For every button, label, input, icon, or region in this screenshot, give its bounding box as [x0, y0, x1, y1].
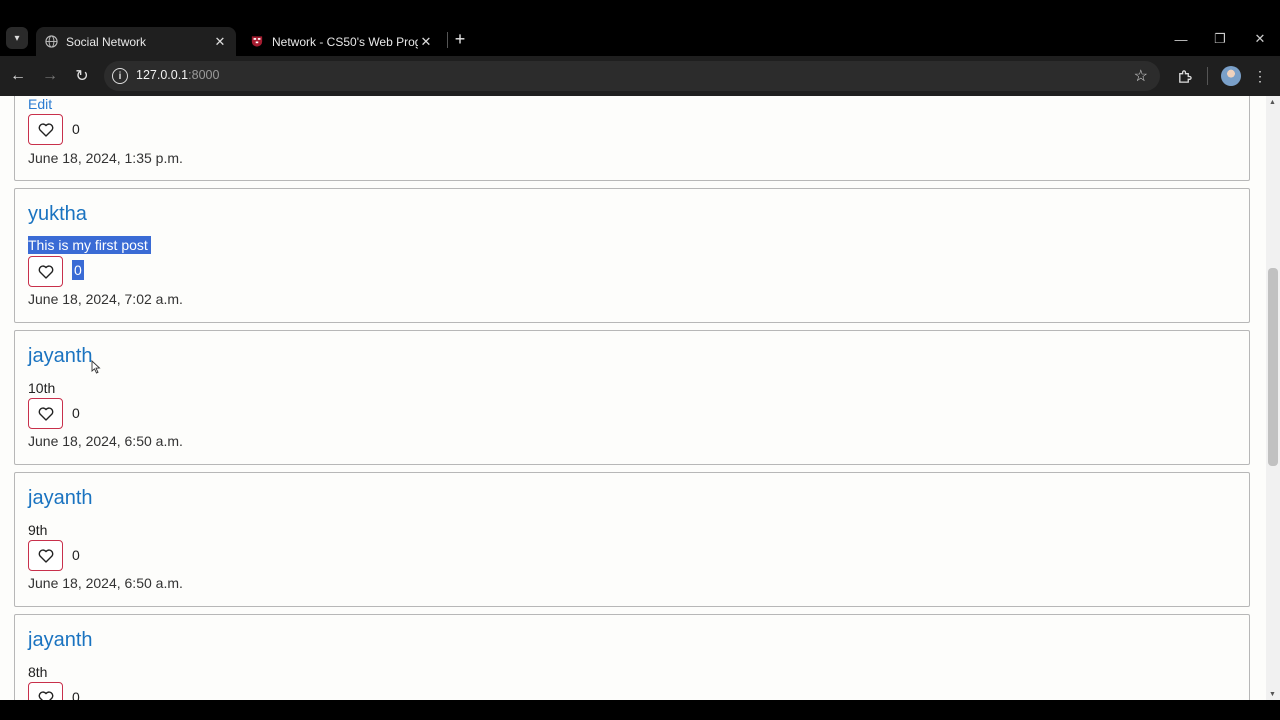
tab-social-network[interactable]: Social Network ✕	[36, 27, 236, 56]
back-icon[interactable]: ←	[8, 66, 28, 86]
browser-toolbar: ← → ↻ i 127.0.0.1:8000 ☆ ⋮	[0, 56, 1280, 96]
heart-icon	[38, 264, 53, 279]
post-username[interactable]: jayanth	[28, 345, 93, 368]
bottom-bar	[0, 700, 1280, 720]
scrollbar-thumb[interactable]	[1268, 268, 1278, 466]
post-card: jayanth 9th 0 June 18, 2024, 6:50 a.m.	[14, 472, 1250, 607]
post-timestamp: June 18, 2024, 6:50 a.m.	[28, 433, 183, 449]
page-content: Edit 0 June 18, 2024, 1:35 p.m. yuktha T…	[0, 96, 1266, 700]
reload-icon[interactable]: ↻	[72, 66, 92, 86]
bookmark-star-icon[interactable]: ☆	[1134, 66, 1148, 86]
tab-divider	[447, 32, 448, 48]
heart-icon	[38, 122, 53, 137]
scroll-up-icon[interactable]: ▲	[1269, 99, 1276, 106]
post-card: Edit 0 June 18, 2024, 1:35 p.m.	[14, 96, 1250, 181]
post-card: jayanth 10th 0 June 18, 2024, 6:50 a.m.	[14, 330, 1250, 465]
heart-icon	[38, 406, 53, 421]
like-button[interactable]	[28, 114, 63, 145]
tab-title: Network - CS50's Web Program	[272, 34, 418, 49]
site-info-icon[interactable]: i	[112, 68, 128, 84]
new-tab-icon[interactable]: +	[451, 29, 469, 49]
post-timestamp: June 18, 2024, 6:50 a.m.	[28, 575, 183, 591]
url-text[interactable]: 127.0.0.1:8000	[136, 68, 219, 82]
address-bar[interactable]: i 127.0.0.1:8000 ☆	[104, 61, 1160, 91]
menu-kebab-icon[interactable]: ⋮	[1250, 66, 1270, 86]
forward-icon[interactable]: →	[40, 66, 60, 86]
page-scrollbar[interactable]: ▲ ▼	[1266, 96, 1280, 700]
post-username[interactable]: yuktha	[28, 203, 87, 226]
like-button[interactable]	[28, 256, 63, 287]
toolbar-divider	[1207, 67, 1208, 85]
like-count: 0	[72, 547, 80, 563]
like-count: 0	[72, 260, 84, 280]
post-timestamp: June 18, 2024, 1:35 p.m.	[28, 150, 183, 166]
profile-avatar[interactable]	[1221, 66, 1241, 86]
scroll-down-icon[interactable]: ▼	[1269, 691, 1276, 698]
edit-link[interactable]: Edit	[28, 96, 52, 112]
like-button[interactable]	[28, 398, 63, 429]
close-tab-icon[interactable]: ✕	[418, 34, 434, 50]
post-card: jayanth 8th 0	[14, 614, 1250, 700]
globe-icon	[44, 35, 58, 49]
post-content: This is my first post	[28, 236, 151, 254]
tab-search-icon[interactable]: ▾	[6, 27, 28, 49]
tab-cs50-network[interactable]: Network - CS50's Web Program ✕	[242, 27, 442, 56]
restore-icon[interactable]: ❐	[1211, 30, 1229, 48]
post-content: 10th	[28, 380, 56, 396]
like-count: 0	[72, 121, 80, 137]
post-username[interactable]: jayanth	[28, 487, 93, 510]
post-content: 8th	[28, 664, 48, 680]
mouse-cursor-icon	[91, 360, 101, 374]
post-content: 9th	[28, 522, 48, 538]
like-count: 0	[72, 405, 80, 421]
extensions-icon[interactable]	[1174, 66, 1194, 86]
minimize-icon[interactable]: —	[1172, 30, 1190, 48]
close-tab-icon[interactable]: ✕	[212, 34, 228, 50]
post-username[interactable]: jayanth	[28, 629, 93, 652]
post-card: yuktha This is my first post 0 June 18, …	[14, 188, 1250, 323]
like-count: 0	[72, 689, 80, 700]
like-button[interactable]	[28, 540, 63, 571]
post-timestamp: June 18, 2024, 7:02 a.m.	[28, 291, 183, 307]
tab-title: Social Network	[66, 34, 147, 49]
close-window-icon[interactable]: ✕	[1251, 30, 1269, 48]
heart-icon	[38, 690, 53, 700]
heart-icon	[38, 548, 53, 563]
tab-strip: ▾ Social Network ✕ Network - CS50's Web …	[0, 0, 1280, 56]
like-button[interactable]	[28, 682, 63, 700]
harvard-shield-icon	[250, 35, 264, 49]
